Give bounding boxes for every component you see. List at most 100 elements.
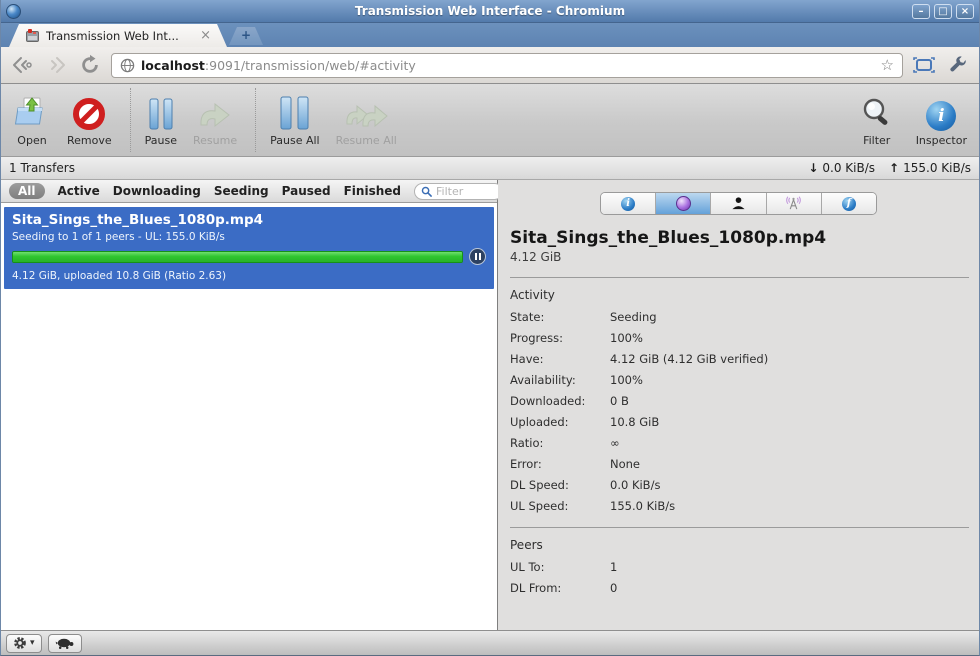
- globe-icon: [120, 58, 135, 72]
- pause-all-icon: [278, 93, 312, 131]
- wrench-icon[interactable]: [945, 52, 971, 78]
- files-icon: f: [841, 196, 856, 211]
- inspector-tab-activity[interactable]: [656, 193, 712, 214]
- tab-close-icon[interactable]: ×: [200, 29, 211, 42]
- info-row-have: Have: 4.12 GiB (4.12 GiB verified): [510, 351, 769, 366]
- filter-tab-downloading[interactable]: Downloading: [113, 184, 201, 198]
- inspector-size: 4.12 GiB: [510, 250, 562, 264]
- info-row-ul-to: UL To: 1: [510, 559, 618, 574]
- resume-icon: [196, 93, 234, 131]
- filter-bar: All Active Downloading Seeding Paused Fi…: [1, 180, 503, 203]
- toolbar-separator: [129, 88, 131, 152]
- peers-heading: Peers: [510, 538, 543, 552]
- settings-menu-button[interactable]: ▾: [6, 633, 42, 653]
- info-row-downloaded: Downloaded: 0 B: [510, 393, 629, 408]
- inspector-tab-info[interactable]: i: [601, 193, 657, 214]
- pause-button[interactable]: Pause: [145, 93, 177, 147]
- filter-tab-seeding[interactable]: Seeding: [214, 184, 269, 198]
- info-row-dl-from: DL From: 0: [510, 580, 618, 595]
- info-row-ratio: Ratio: ∞: [510, 435, 620, 450]
- maximize-button[interactable]: □: [934, 3, 952, 19]
- turtle-mode-button[interactable]: [47, 633, 82, 653]
- address-bar[interactable]: localhost:9091/transmission/web/#activit…: [111, 52, 903, 78]
- resume-all-button[interactable]: Resume All: [336, 93, 397, 147]
- transfer-count: 1 Transfers: [9, 161, 75, 175]
- info-row-availability: Availability: 100%: [510, 372, 643, 387]
- titlebar: Transmission Web Interface - Chromium – …: [1, 0, 979, 23]
- window-title: Transmission Web Interface - Chromium: [354, 4, 626, 18]
- open-button[interactable]: Open: [13, 93, 51, 147]
- transmission-toolbar: Open Remove Pause Resume Pause All Resum…: [1, 84, 979, 157]
- status-bar: 1 Transfers ↓ 0.0 KiB/s ↑ 155.0 KiB/s: [1, 157, 979, 180]
- turtle-icon: [55, 638, 73, 649]
- activity-heading: Activity: [510, 288, 555, 302]
- inspector-pane: i f Sita_Sings_the_Blues_1080p.mp4 4.12 …: [498, 180, 979, 630]
- filter-magnifier-icon: [860, 93, 894, 131]
- forward-icon[interactable]: [43, 52, 69, 78]
- remove-icon: [71, 93, 107, 131]
- torrent-pause-button[interactable]: [469, 248, 486, 265]
- download-speed: 0.0 KiB/s: [822, 161, 876, 175]
- torrent-list: Sita_Sings_the_Blues_1080p.mp4 Seeding t…: [1, 203, 497, 630]
- pause-all-button[interactable]: Pause All: [270, 93, 320, 147]
- dropdown-caret-icon: ▾: [30, 638, 35, 648]
- download-arrow-icon: ↓: [808, 161, 819, 175]
- back-icon[interactable]: [9, 52, 35, 78]
- browser-tab[interactable]: Transmission Web Int... ×: [9, 24, 227, 47]
- filter-button[interactable]: Filter: [860, 93, 894, 147]
- info-row-state: State: Seeding: [510, 309, 657, 324]
- filter-tab-finished[interactable]: Finished: [344, 184, 401, 198]
- upload-speed: 155.0 KiB/s: [903, 161, 971, 175]
- resume-button[interactable]: Resume: [193, 93, 237, 147]
- close-button[interactable]: ×: [956, 3, 974, 19]
- torrent-list-pane: All Active Downloading Seeding Paused Fi…: [1, 180, 503, 630]
- gear-icon: [14, 637, 26, 649]
- info-row-dl-speed: DL Speed: 0.0 KiB/s: [510, 477, 661, 492]
- footer-bar: ▾: [1, 630, 979, 655]
- peers-person-icon: [732, 197, 745, 210]
- upload-arrow-icon: ↑: [889, 161, 900, 175]
- info-row-ul-speed: UL Speed: 155.0 KiB/s: [510, 498, 676, 513]
- inspector-tabs: i f: [600, 192, 877, 215]
- torrent-status-line: Seeding to 1 of 1 peers - UL: 155.0 KiB/…: [12, 231, 225, 243]
- remove-button[interactable]: Remove: [67, 93, 112, 147]
- trackers-antenna-icon: [786, 196, 802, 210]
- torrent-progress-fill: [13, 251, 462, 262]
- info-row-error: Error: None: [510, 456, 641, 471]
- pause-icon: [146, 93, 176, 131]
- toolbar-separator: [255, 88, 257, 152]
- filter-tab-paused[interactable]: Paused: [282, 184, 331, 198]
- inspector-info-icon: i: [926, 93, 957, 131]
- inspector-title: Sita_Sings_the_Blues_1080p.mp4: [510, 228, 827, 248]
- browser-window: Transmission Web Interface - Chromium – …: [0, 0, 980, 656]
- resume-all-icon: [343, 93, 389, 131]
- navigation-bar: localhost:9091/transmission/web/#activit…: [1, 47, 979, 84]
- chromium-logo-icon: [6, 3, 21, 19]
- inspector-button[interactable]: i Inspector: [916, 93, 967, 147]
- url-text: localhost:9091/transmission/web/#activit…: [141, 57, 416, 73]
- info-row-progress: Progress: 100%: [510, 330, 643, 345]
- transmission-favicon-icon: [25, 29, 40, 43]
- filter-tab-active[interactable]: Active: [58, 184, 100, 198]
- page-action-icon[interactable]: [911, 52, 937, 78]
- open-folder-icon: [13, 93, 51, 131]
- inspector-tab-files[interactable]: f: [821, 193, 876, 214]
- minimize-button[interactable]: –: [912, 3, 930, 19]
- divider: [510, 527, 969, 528]
- filter-tab-all[interactable]: All: [9, 183, 45, 199]
- filter-search-box[interactable]: [414, 182, 503, 200]
- tab-title: Transmission Web Int...: [46, 28, 179, 43]
- filter-search-input[interactable]: [436, 184, 496, 198]
- torrent-row[interactable]: Sita_Sings_the_Blues_1080p.mp4 Seeding t…: [4, 207, 494, 289]
- torrent-name: Sita_Sings_the_Blues_1080p.mp4: [12, 212, 264, 228]
- info-icon: i: [621, 196, 636, 211]
- bookmark-star-icon[interactable]: ☆: [881, 56, 894, 74]
- info-row-uploaded: Uploaded: 10.8 GiB: [510, 414, 660, 429]
- reload-icon[interactable]: [77, 52, 103, 78]
- activity-sphere-icon: [675, 196, 691, 211]
- divider: [510, 277, 969, 278]
- new-tab-button[interactable]: +: [229, 27, 263, 45]
- torrent-progress-bar: [12, 250, 463, 263]
- inspector-tab-trackers[interactable]: [766, 193, 822, 214]
- inspector-tab-peers[interactable]: [711, 193, 767, 214]
